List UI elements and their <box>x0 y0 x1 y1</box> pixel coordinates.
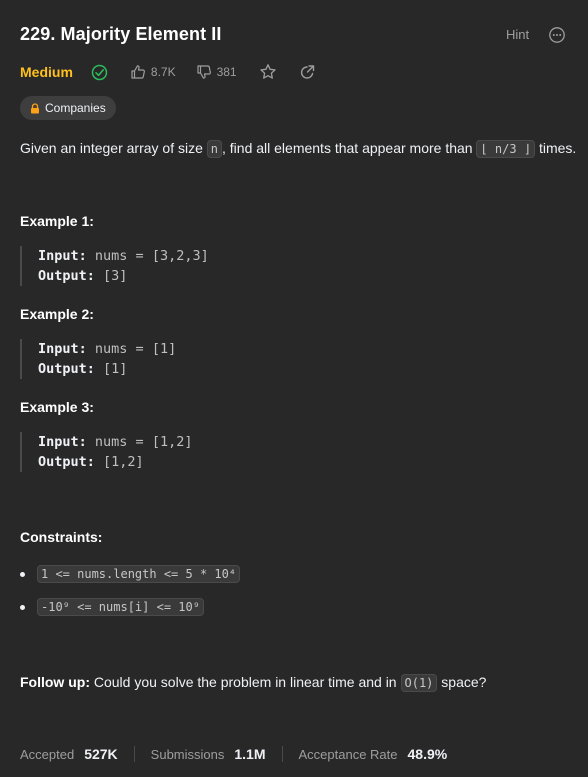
description-text: , find all elements that appear more tha… <box>222 140 477 156</box>
difficulty-badge: Medium <box>20 64 73 80</box>
bullet-dot <box>20 571 25 577</box>
stat-divider <box>281 746 283 762</box>
follow-up-text: space? <box>437 674 487 690</box>
example-2-title: Example 2: <box>20 306 94 322</box>
constraint-item: 1 <= nums.length <= 5 * 10⁴ <box>20 565 241 583</box>
output-label: Output: <box>38 361 95 377</box>
output-label: Output: <box>38 268 95 284</box>
problem-description: Given an integer array of size n, find a… <box>20 138 576 159</box>
dislike-button[interactable]: 381 <box>196 64 237 80</box>
example-2-block: Input: nums = [1] Output: [1] <box>20 339 176 379</box>
example-1-title: Example 1: <box>20 213 94 229</box>
example-output: [1,2] <box>103 454 144 470</box>
thumbs-up-icon <box>131 65 145 79</box>
constraint-code: 1 <= nums.length <= 5 * 10⁴ <box>37 565 241 583</box>
accepted-value: 527K <box>84 746 118 762</box>
input-label: Input: <box>38 341 87 357</box>
dislike-count: 381 <box>216 65 237 79</box>
share-icon[interactable] <box>299 64 316 81</box>
example-input: nums = [3,2,3] <box>94 248 209 264</box>
companies-tag[interactable]: Companies <box>20 96 116 120</box>
hint-button[interactable]: Hint <box>506 27 529 42</box>
example-input: nums = [1] <box>94 341 177 357</box>
example-output: [3] <box>103 268 128 284</box>
stat-divider <box>133 746 135 762</box>
acceptance-rate-value: 48.9% <box>407 746 448 762</box>
constraints-title: Constraints: <box>20 529 103 545</box>
companies-label: Companies <box>45 101 106 115</box>
submissions-label: Submissions <box>150 746 225 762</box>
like-count: 8.7K <box>150 65 176 79</box>
example-3-title: Example 3: <box>20 399 94 415</box>
like-button[interactable]: 8.7K <box>130 64 176 80</box>
code-floor-n-3: ⌊ n/3 ⌋ <box>476 140 536 158</box>
output-label: Output: <box>38 454 95 470</box>
stats-bar: Accepted 527K Submissions 1.1M Acceptanc… <box>20 746 447 762</box>
bullet-dot <box>20 604 25 610</box>
more-options-icon[interactable] <box>548 26 566 44</box>
constraint-item: -10⁹ <= nums[i] <= 10⁹ <box>20 598 204 616</box>
lock-icon <box>30 102 40 114</box>
follow-up: Follow up: Could you solve the problem i… <box>20 672 486 693</box>
thumbs-down-icon <box>196 65 211 79</box>
star-icon[interactable] <box>259 63 277 81</box>
code-o1: O(1) <box>400 674 438 692</box>
constraint-code: -10⁹ <= nums[i] <= 10⁹ <box>37 598 204 616</box>
input-label: Input: <box>38 434 87 450</box>
problem-meta-row: Medium 8.7K 381 <box>20 62 316 82</box>
input-label: Input: <box>38 248 87 264</box>
example-input: nums = [1,2] <box>94 434 193 450</box>
acceptance-rate-label: Acceptance Rate <box>298 746 398 762</box>
solved-check-icon <box>91 64 108 81</box>
problem-title: 229. Majority Element II <box>20 24 222 44</box>
accepted-label: Accepted <box>20 746 75 762</box>
submissions-value: 1.1M <box>234 746 266 762</box>
follow-up-text: Could you solve the problem in linear ti… <box>89 674 401 690</box>
follow-up-label: Follow up: <box>20 674 90 690</box>
description-text: Given an integer array of size <box>20 140 207 156</box>
description-text: times. <box>535 140 577 156</box>
example-1-block: Input: nums = [3,2,3] Output: [3] <box>20 246 209 286</box>
code-n: n <box>206 140 222 158</box>
example-output: [1] <box>103 361 128 377</box>
example-3-block: Input: nums = [1,2] Output: [1,2] <box>20 432 192 472</box>
